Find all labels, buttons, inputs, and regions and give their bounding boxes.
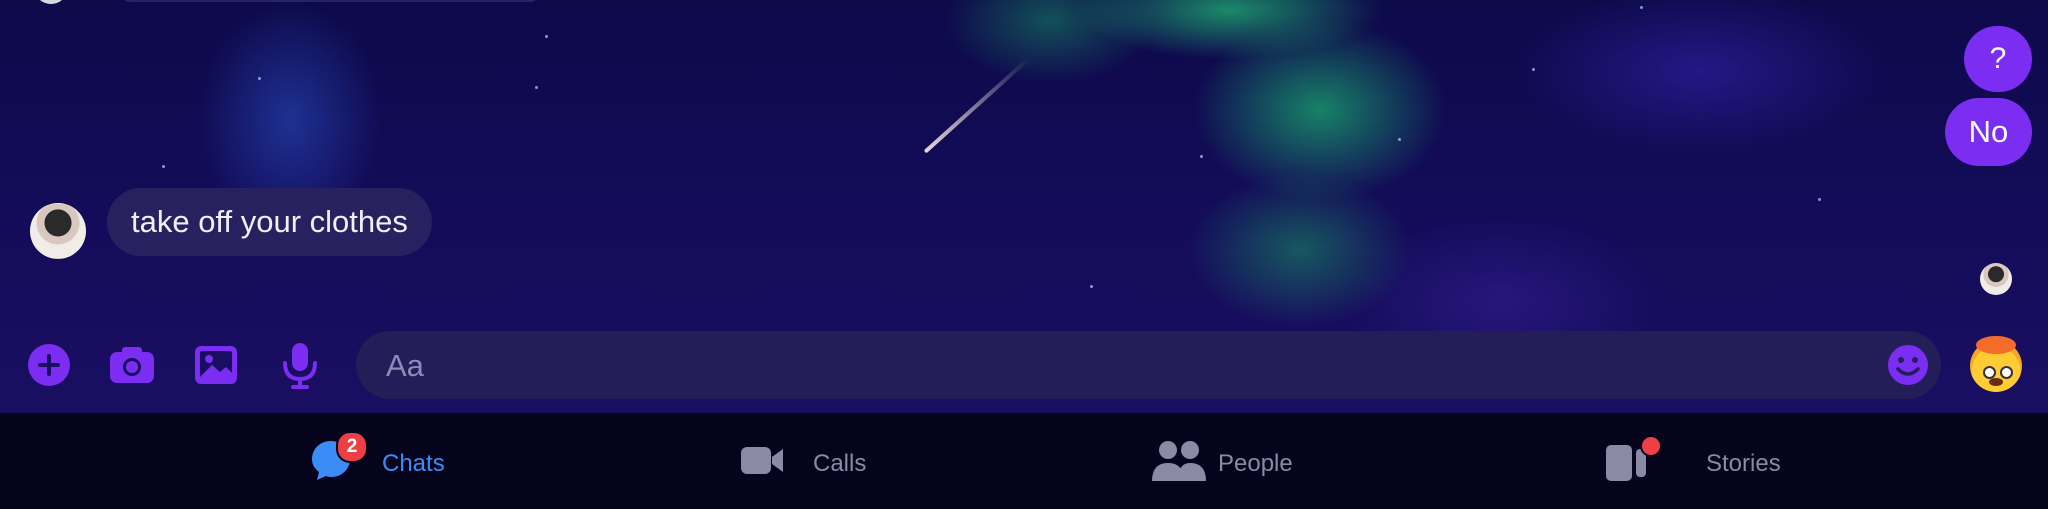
microphone-icon[interactable] xyxy=(274,339,326,391)
incoming-message-bubble[interactable]: take off your clothes xyxy=(107,188,432,256)
emoji-eye xyxy=(2000,366,2013,379)
tab-calls-label: Calls xyxy=(813,450,867,477)
unread-badge: 2 xyxy=(336,431,368,463)
messenger-chat-screen: take off your clothes ? No Aa 2 Chats Ca… xyxy=(0,0,2048,509)
star-decoration xyxy=(1090,285,1093,288)
previous-message-bubble[interactable] xyxy=(120,0,540,2)
tab-chats-label: Chats xyxy=(382,450,445,477)
smiley-icon[interactable] xyxy=(1886,343,1930,387)
gallery-icon[interactable] xyxy=(190,339,242,391)
tab-calls[interactable]: Calls xyxy=(739,413,889,509)
tab-stories-label: Stories xyxy=(1706,450,1781,477)
tab-stories[interactable]: Stories xyxy=(1604,413,1781,509)
star-decoration xyxy=(535,86,538,89)
quick-reaction-button[interactable] xyxy=(1970,336,2022,392)
contact-avatar[interactable] xyxy=(30,203,86,259)
star-decoration xyxy=(1818,198,1821,201)
people-icon xyxy=(1150,437,1208,483)
previous-avatar xyxy=(36,0,66,4)
message-input[interactable] xyxy=(384,331,1838,401)
new-story-dot xyxy=(1640,435,1662,457)
tab-people[interactable]: People xyxy=(1150,413,1320,509)
tab-chats[interactable]: 2 Chats xyxy=(308,413,458,509)
message-composer xyxy=(0,315,2048,413)
star-decoration xyxy=(1640,6,1643,9)
camera-icon[interactable] xyxy=(106,339,158,391)
shooting-star-decoration xyxy=(923,56,1031,154)
bottom-navigation-bar: 2 Chats Calls People Stories xyxy=(0,413,2048,509)
read-receipt-avatar xyxy=(1980,263,2012,295)
star-decoration xyxy=(545,35,548,38)
exploding-head-emoji-icon xyxy=(1976,336,2016,354)
video-camera-icon xyxy=(739,437,785,483)
star-decoration xyxy=(162,165,165,168)
emoji-mouth xyxy=(1989,378,2003,386)
tab-people-label: People xyxy=(1218,450,1293,477)
plus-icon[interactable] xyxy=(23,339,75,391)
star-decoration xyxy=(1200,155,1203,158)
outgoing-message-bubble[interactable]: No xyxy=(1945,98,2032,166)
message-input-container xyxy=(356,331,1941,401)
star-decoration xyxy=(258,77,261,80)
outgoing-message-bubble[interactable]: ? xyxy=(1964,26,2032,92)
star-decoration xyxy=(1532,68,1535,71)
star-decoration xyxy=(1398,138,1401,141)
